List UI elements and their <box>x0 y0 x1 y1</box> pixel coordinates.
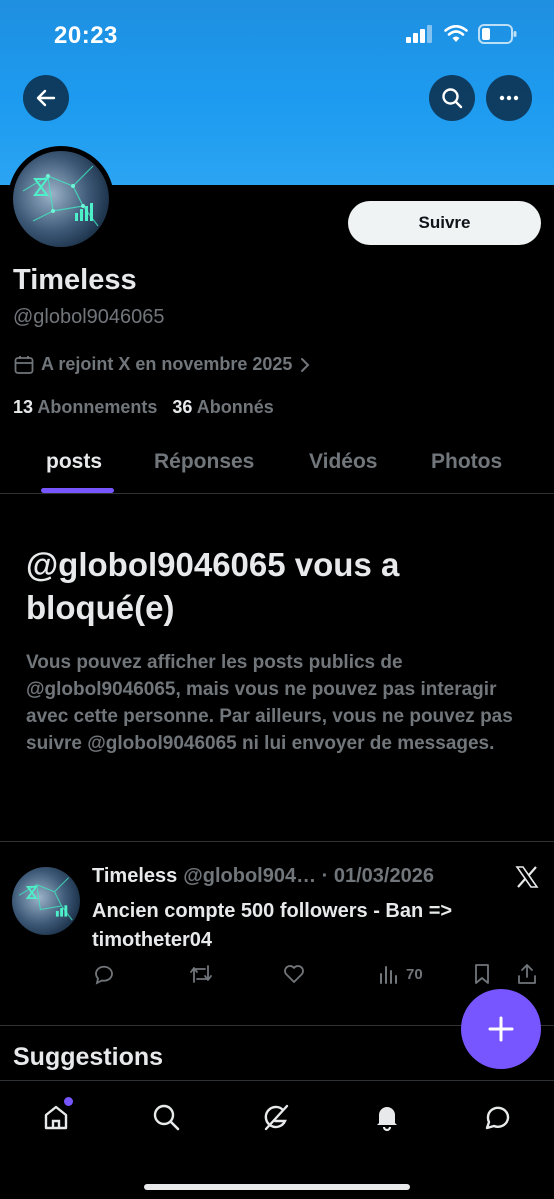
more-button[interactable] <box>486 75 532 121</box>
chevron-right-icon <box>301 357 310 372</box>
divider <box>0 841 554 842</box>
signal-icon <box>406 25 432 43</box>
following-count: 13 <box>13 397 34 417</box>
like-icon <box>284 965 304 983</box>
share-icon <box>518 964 536 984</box>
profile-handle: @globol9046065 <box>13 306 165 328</box>
notification-dot <box>64 1097 73 1106</box>
post-author[interactable]: Timeless <box>92 865 177 888</box>
tab-replies[interactable]: Réponses <box>154 450 254 474</box>
share-button[interactable] <box>516 962 538 986</box>
post-header: Timeless @globol904… · 01/03/2026 <box>92 865 434 888</box>
nav-messages[interactable] <box>476 1095 520 1139</box>
profile-tabs: posts Réponses Vidéos Photos <box>0 440 554 494</box>
followers-label: Abonnés <box>196 397 274 417</box>
views-button[interactable]: 70 <box>378 962 423 986</box>
nav-home[interactable] <box>34 1095 78 1139</box>
calendar-icon <box>14 355 34 374</box>
explore-icon <box>153 1104 180 1131</box>
home-icon <box>44 1105 68 1130</box>
back-arrow-icon <box>36 89 56 107</box>
repost-button[interactable] <box>188 962 214 986</box>
profile-name: Timeless <box>13 264 137 296</box>
search-icon <box>442 88 463 109</box>
bookmark-button[interactable] <box>472 962 492 986</box>
status-time: 20:23 <box>54 22 118 49</box>
repost-icon <box>190 965 212 983</box>
profile-stats: 13 Abonnements 36 Abonnés <box>13 397 274 418</box>
active-tab-indicator <box>41 488 114 493</box>
x-logo-icon <box>514 864 540 895</box>
post-actions: 70 <box>92 962 542 992</box>
notifications-icon <box>377 1107 397 1132</box>
plus-icon <box>488 1016 514 1042</box>
messages-icon <box>485 1106 510 1130</box>
followers-count: 36 <box>172 397 193 417</box>
more-icon <box>499 95 519 101</box>
like-button[interactable] <box>282 962 306 986</box>
reply-button[interactable] <box>92 962 116 986</box>
tab-posts[interactable]: posts <box>46 450 102 474</box>
nav-notifications[interactable] <box>365 1095 409 1139</box>
profile-avatar[interactable] <box>8 146 114 252</box>
joined-text: A rejoint X en novembre 2025 <box>41 354 293 374</box>
back-button[interactable] <box>23 75 69 121</box>
blocked-description: Vous pouvez afficher les posts publics d… <box>26 652 513 754</box>
battery-icon <box>478 24 517 44</box>
home-indicator <box>144 1184 410 1190</box>
wifi-icon <box>444 25 468 42</box>
nav-explore[interactable] <box>144 1095 188 1139</box>
suggestions-heading: Suggestions <box>13 1043 164 1071</box>
follow-button[interactable]: Suivre <box>348 201 541 245</box>
nav-grok[interactable] <box>254 1095 298 1139</box>
post-avatar[interactable] <box>12 867 80 935</box>
blocked-title: @globol9046065 vous a bloqué(e) <box>26 546 400 626</box>
avatar-image <box>13 151 109 247</box>
search-button[interactable] <box>429 75 475 121</box>
bookmark-icon <box>475 964 489 984</box>
joined-date[interactable]: A rejoint X en novembre 2025 <box>14 354 311 375</box>
following-label: Abonnements <box>37 397 158 417</box>
status-icons <box>406 24 518 44</box>
bottom-nav <box>0 1080 554 1199</box>
followers-stat[interactable]: 36 Abonnés <box>172 397 273 418</box>
reply-icon <box>95 965 113 985</box>
views-icon <box>380 966 397 984</box>
tab-photos[interactable]: Photos <box>431 450 502 474</box>
following-stat[interactable]: 13 Abonnements <box>13 397 157 418</box>
avatar-image <box>12 867 80 935</box>
views-count: 70 <box>406 965 423 983</box>
post-meta: @globol904… · 01/03/2026 <box>183 865 434 887</box>
post-text: Ancien compte 500 followers - Ban => tim… <box>92 900 453 951</box>
grok-icon <box>264 1104 289 1131</box>
compose-button[interactable] <box>461 989 541 1069</box>
tab-videos[interactable]: Vidéos <box>309 450 377 474</box>
